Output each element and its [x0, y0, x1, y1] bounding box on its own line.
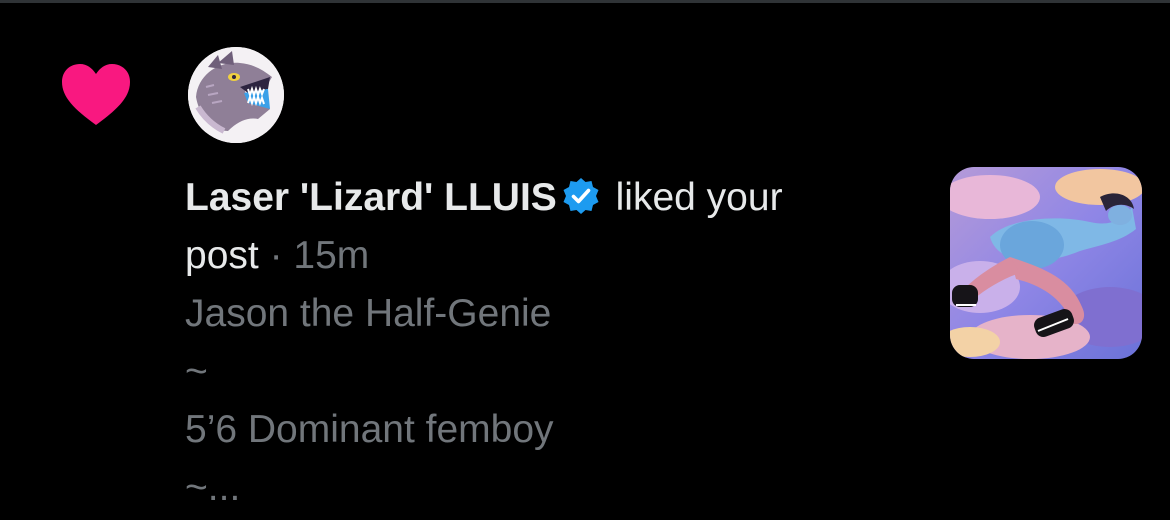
post-preview-line-2: ~ [185, 350, 208, 393]
notification-text: Laser 'Lizard' LLUIS liked your post · 15… [185, 169, 915, 517]
user-display-name[interactable]: Laser 'Lizard' LLUIS [185, 176, 557, 219]
post-preview-line-3: 5’6 Dominant femboy [185, 408, 554, 451]
like-notification[interactable]: Laser 'Lizard' LLUIS liked your post · 15… [0, 3, 1170, 520]
post-preview-line-4: ~... [185, 466, 241, 509]
lizard-avatar-icon [188, 47, 284, 143]
post-image-thumbnail[interactable] [950, 167, 1142, 359]
notification-headline: Laser 'Lizard' LLUIS liked your post · 15… [185, 169, 915, 285]
verified-badge-icon [561, 175, 601, 215]
action-text: liked your [615, 176, 783, 219]
separator-dot: · [269, 234, 283, 277]
post-preview-line-1: Jason the Half-Genie [185, 292, 552, 335]
timestamp: 15m [293, 234, 370, 277]
heart-icon [60, 63, 132, 127]
avatar[interactable] [188, 47, 284, 143]
action-text-continued: post [185, 234, 259, 277]
